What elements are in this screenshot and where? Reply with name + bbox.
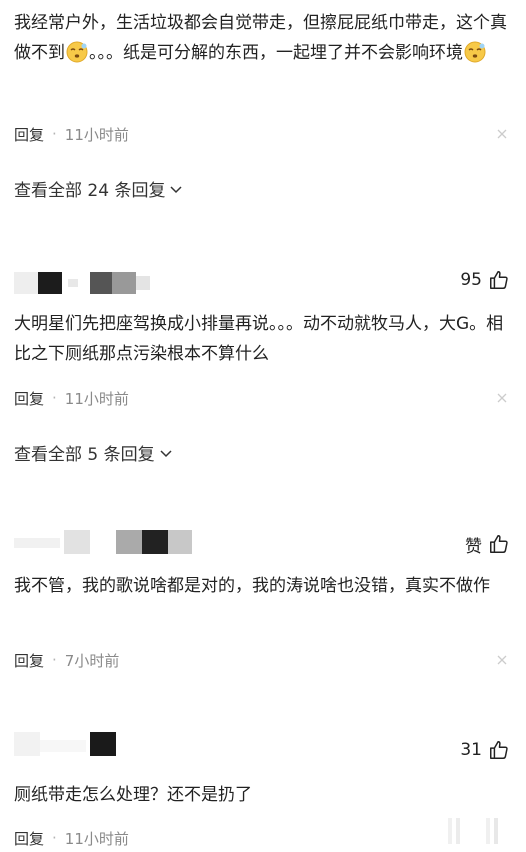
separator-dot: · [52, 125, 57, 143]
close-icon[interactable] [494, 652, 510, 668]
like-control[interactable]: 赞 [465, 530, 510, 558]
username-pixel [168, 530, 192, 554]
reply-button[interactable]: 回复 [14, 650, 44, 671]
thumbs-up-icon [490, 741, 508, 759]
like-count: 95 [460, 270, 482, 290]
comment-meta: 回复 · 11小时前 [14, 386, 510, 410]
comment-list: 我经常户外，生活垃圾都会自觉带走，但擦屁屁纸巾带走，这个真做不到 。。。纸是可分解… [0, 0, 526, 852]
comment-text: 我不管，我的歌说啥都是对的，我的涛说啥也没错，真实不做作 [14, 576, 490, 596]
timestamp: 7小时前 [64, 651, 120, 670]
sleepy-face-emoji-icon [464, 41, 486, 63]
username-pixel [64, 530, 90, 554]
username-pixel [90, 732, 116, 756]
username-pixel [90, 272, 112, 294]
user-info-blurred[interactable] [14, 528, 214, 556]
timestamp: 11小时前 [64, 125, 129, 144]
user-info-blurred[interactable] [14, 268, 214, 296]
avatar [14, 732, 40, 756]
view-replies-label: 查看全部 24 条回复 [14, 181, 166, 201]
scroll-indicator-decoration [448, 818, 498, 844]
separator-dot: · [52, 389, 57, 407]
timestamp: 11小时前 [64, 389, 129, 408]
timestamp: 11小时前 [64, 829, 129, 848]
close-icon[interactable] [494, 126, 510, 142]
chevron-down-icon [160, 449, 172, 457]
sleepy-face-emoji-icon [66, 41, 88, 63]
like-control[interactable]: 95 [460, 266, 510, 294]
reply-button[interactable]: 回复 [14, 828, 44, 849]
like-count: 赞 [465, 536, 482, 557]
like-count: 31 [460, 740, 482, 760]
username-pixel [116, 530, 142, 554]
view-all-replies-button[interactable]: 查看全部 24 条回复 [14, 176, 183, 201]
comment-meta: 回复 · 7小时前 [14, 648, 510, 672]
view-all-replies-button[interactable]: 查看全部 5 条回复 [14, 440, 173, 465]
comment-text: 大明星们先把座驾换成小排量再说。。。动不动就牧马人，大G。相比之下厕纸那点污染根… [14, 314, 504, 364]
reply-button[interactable]: 回复 [14, 388, 44, 409]
comment-text: 厕纸带走怎么处理？还不是扔了 [14, 785, 252, 805]
username-pixel [38, 272, 62, 294]
close-icon[interactable] [494, 390, 510, 406]
comment-meta: 回复 · 11小时前 [14, 122, 510, 146]
like-control[interactable]: 31 [460, 736, 510, 764]
username-pixel [112, 272, 136, 294]
reply-button[interactable]: 回复 [14, 124, 44, 145]
avatar [14, 272, 38, 294]
comment-text: 我经常户外，生活垃圾都会自觉带走，但擦屁屁纸巾带走，这个真做不到 。。。纸是可分解… [14, 8, 510, 68]
view-replies-label: 查看全部 5 条回复 [14, 445, 155, 465]
separator-dot: · [52, 829, 57, 847]
thumbs-up-icon [490, 535, 508, 553]
username-pixel [68, 279, 78, 287]
chevron-down-icon [170, 185, 182, 193]
separator-dot: · [52, 651, 57, 669]
username-pixel [136, 276, 150, 290]
username-pixel [142, 530, 168, 554]
user-info-blurred[interactable] [14, 732, 214, 760]
avatar [14, 538, 60, 548]
username-pixel [40, 740, 86, 752]
comment-text-part: 。。。纸是可分解的东西，一起埋了并不会影响环境 [89, 43, 463, 63]
comment-meta: 回复 · 11小时前 [14, 826, 510, 850]
thumbs-up-icon [490, 271, 508, 289]
